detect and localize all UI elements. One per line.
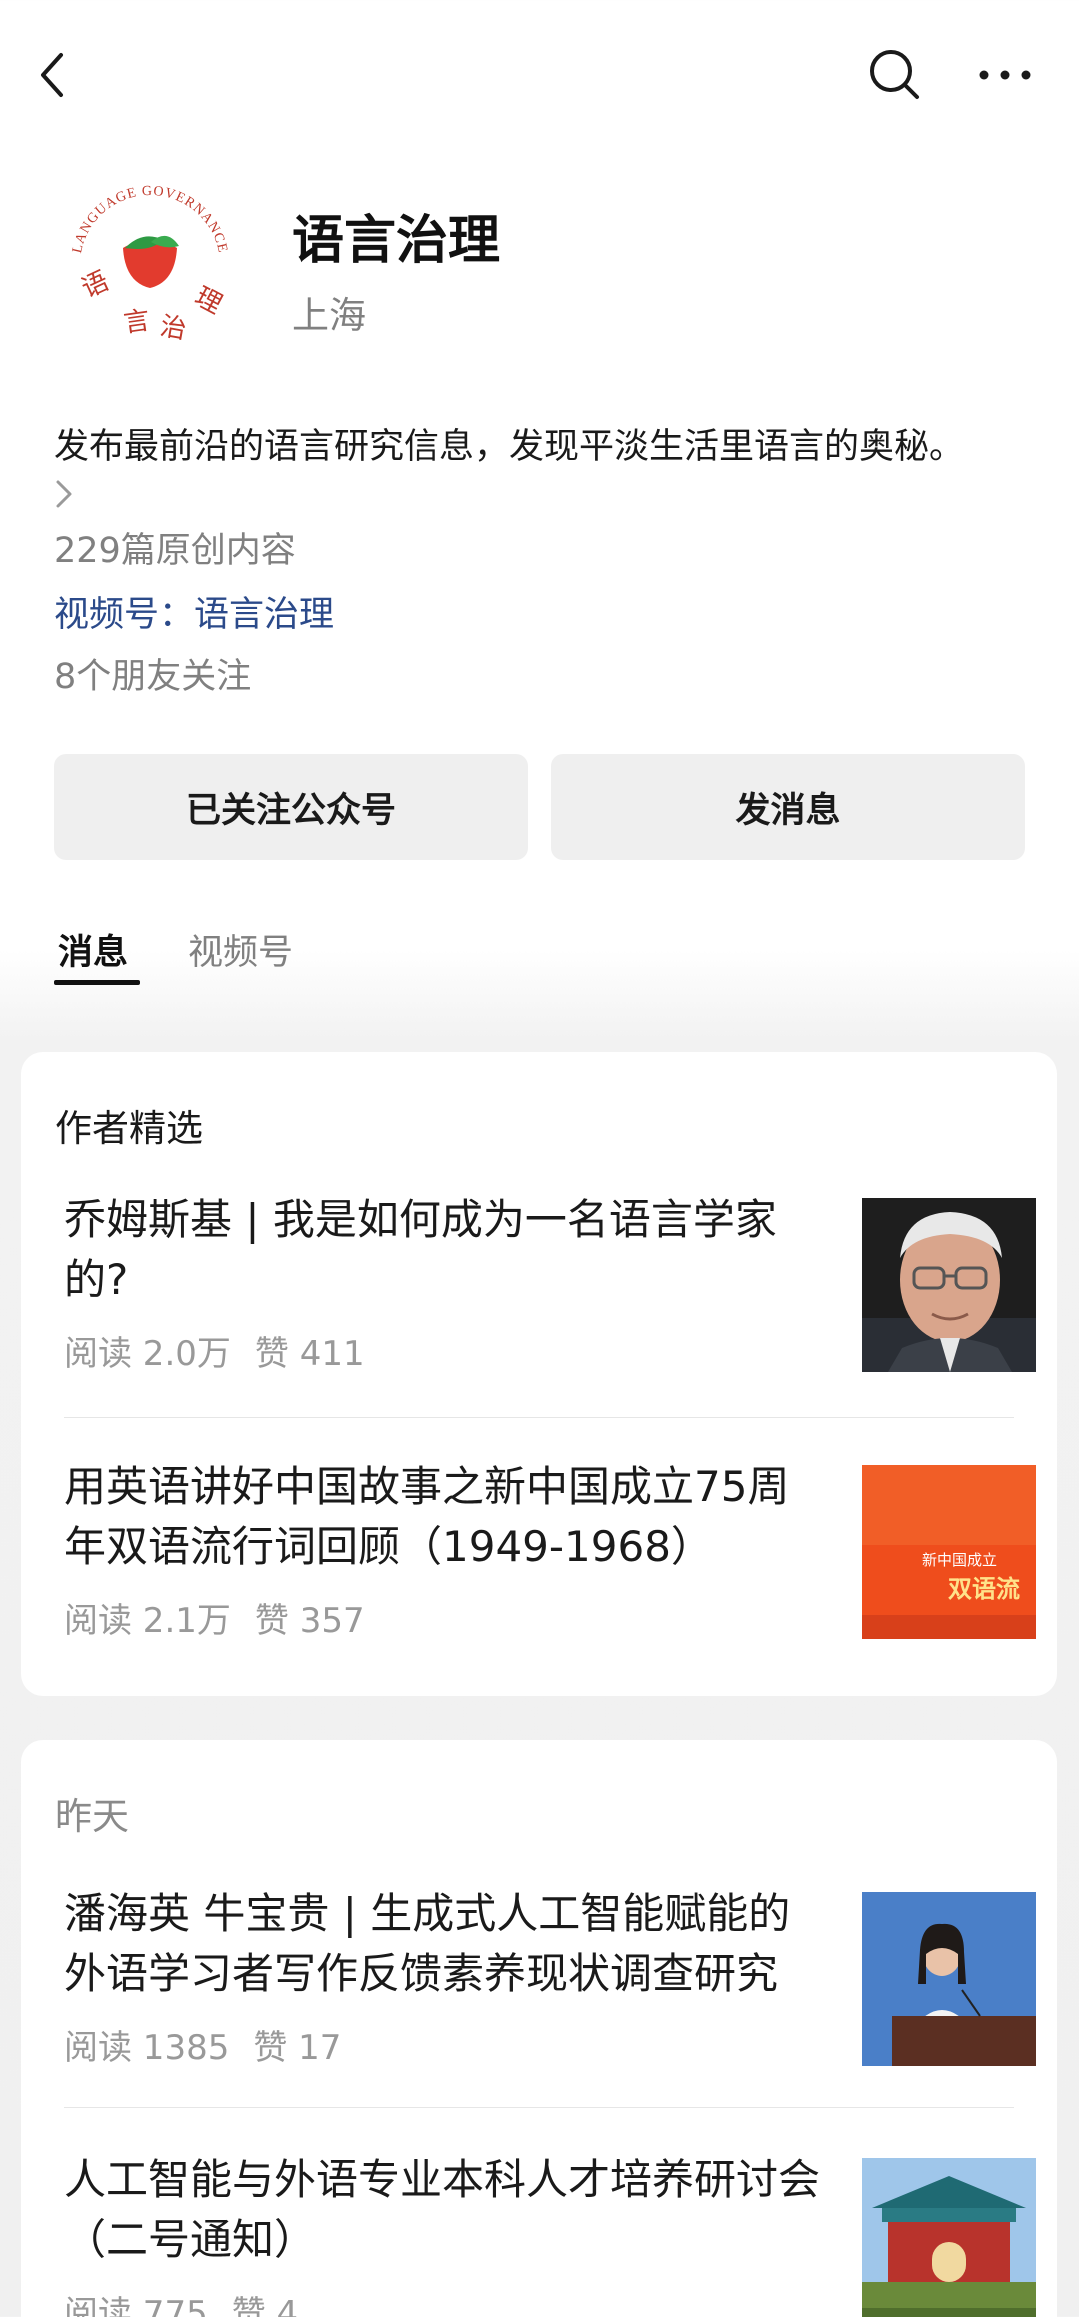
channel-link[interactable]: 视频号：语言治理 (54, 586, 334, 637)
read-count: 阅读 2.1万 (64, 1601, 231, 1641)
yesterday-card: 昨天 潘海英 牛宝贵 | 生成式人工智能赋能的外语学习者写作反馈素养现状调查研究… (21, 1740, 1057, 2317)
svg-text:治: 治 (158, 311, 189, 345)
read-count: 阅读 775 (64, 2294, 208, 2317)
article-thumbnail (862, 1198, 1036, 1372)
follow-button[interactable]: 已关注公众号 (54, 754, 528, 860)
like-count: 赞 411 (254, 1334, 365, 1374)
top-bar (0, 0, 1079, 150)
article-title: 用英语讲好中国故事之新中国成立75周年双语流行词回顾（1949-1968） (64, 1462, 790, 1571)
like-count: 赞 4 (231, 2294, 299, 2317)
article-item[interactable]: 乔姆斯基 | 我是如何成为一名语言学家的? 阅读 2.0万赞 411 (64, 1190, 1036, 1380)
featured-title: 作者精选 (55, 1107, 203, 1150)
search-icon[interactable] (860, 40, 930, 110)
article-thumbnail: 新中国成立 双语流 (862, 1465, 1036, 1639)
article-item[interactable]: 潘海英 牛宝贵 | 生成式人工智能赋能的外语学习者写作反馈素养现状调查研究 阅读… (64, 1884, 1036, 2074)
tab-messages[interactable]: 消息 (58, 924, 128, 975)
tab-active-indicator (54, 980, 140, 985)
date-heading: 昨天 (55, 1795, 129, 1838)
article-meta: 阅读 1385 赞 17 (64, 2020, 341, 2069)
article-thumbnail (862, 1892, 1036, 2066)
account-name: 语言治理 (292, 211, 501, 271)
like-count: 赞 17 (253, 2028, 342, 2068)
account-logo[interactable]: LANGUAGE GOVERNANCE 语 言 治 理 (55, 170, 245, 360)
article-item[interactable]: 用英语讲好中国故事之新中国成立75周年双语流行词回顾（1949-1968） 阅读… (64, 1457, 1036, 1647)
account-description[interactable]: 发布最前沿的语言研究信息，发现平淡生活里语言的奥秘。 (54, 422, 1054, 472)
article-meta: 阅读 2.1万赞 357 (64, 1593, 365, 1642)
featured-card: 作者精选 乔姆斯基 | 我是如何成为一名语言学家的? 阅读 2.0万赞 411 … (21, 1052, 1057, 1960)
like-count: 赞 357 (254, 1601, 365, 1641)
divider (64, 1417, 1014, 1418)
article-thumbnail (862, 2158, 1036, 2317)
article-title: 人工智能与外语专业本科人才培养研讨会（二号通知） (64, 2155, 821, 2264)
article-meta: 阅读 2.0万赞 411 (64, 1326, 365, 1375)
svg-text:言: 言 (122, 306, 152, 339)
thumb-text-line1: 新中国成立 (922, 1551, 997, 1569)
send-message-button[interactable]: 发消息 (551, 754, 1025, 860)
article-title: 乔姆斯基 | 我是如何成为一名语言学家的? (64, 1195, 777, 1304)
article-meta: 阅读 775 赞 4 (64, 2286, 298, 2317)
divider (64, 2107, 1014, 2108)
read-count: 阅读 2.0万 (64, 1334, 231, 1374)
thumb-text-line2: 双语流 (948, 1575, 1020, 1603)
read-count: 阅读 1385 (64, 2028, 230, 2068)
chevron-right-icon[interactable] (52, 476, 82, 512)
article-item[interactable]: 人工智能与外语专业本科人才培养研讨会（二号通知） 阅读 775 赞 4 (64, 2150, 1036, 2317)
chevron-left-icon[interactable] (22, 40, 82, 110)
account-location: 上海 (292, 294, 366, 337)
tab-channel[interactable]: 视频号 (188, 924, 293, 975)
more-horizontal-icon[interactable] (965, 40, 1045, 110)
article-title: 潘海英 牛宝贵 | 生成式人工智能赋能的外语学习者写作反馈素养现状调查研究 (64, 1889, 791, 1998)
friends-following[interactable]: 8个朋友关注 (54, 648, 251, 699)
original-count[interactable]: 229篇原创内容 (54, 522, 296, 573)
